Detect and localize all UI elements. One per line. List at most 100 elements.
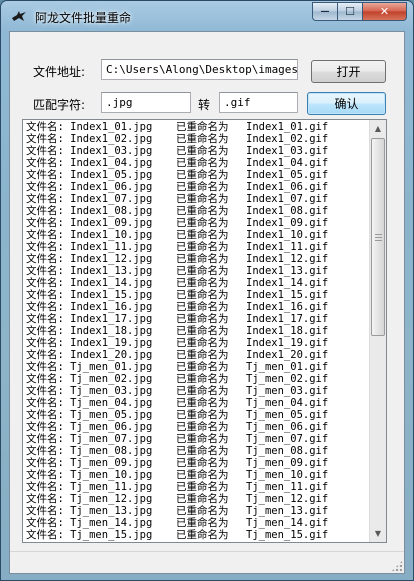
status-text: 已重命名为 [176, 385, 229, 397]
target-filename: Tj_men_09.gif [246, 457, 329, 469]
source-filename: 文件名: Index1_06.jpg [26, 181, 153, 193]
source-filename: 文件名: Index1_04.jpg [26, 157, 153, 169]
bird-icon [12, 11, 26, 21]
target-filename: Index1_09.gif [246, 217, 329, 229]
target-filename: Tj_men_14.gif [246, 517, 329, 529]
target-filename: Index1_19.gif [246, 337, 329, 349]
source-filename: 文件名: Index1_14.jpg [26, 277, 153, 289]
list-item[interactable]: 文件名: Index1_06.jpg 已重命名为 Index1_06.gif [26, 181, 363, 193]
list-item[interactable]: 文件名: Index1_15.jpg 已重命名为 Index1_15.gif [26, 289, 363, 301]
list-item[interactable]: 文件名: Tj_men_05.jpg 已重命名为 Tj_men_05.gif [26, 409, 363, 421]
list-item[interactable]: 文件名: Tj_men_08.jpg 已重命名为 Tj_men_08.gif [26, 445, 363, 457]
list-item[interactable]: 文件名: Tj_men_12.jpg 已重命名为 Tj_men_12.gif [26, 493, 363, 505]
list-item[interactable]: 文件名: Index1_05.jpg 已重命名为 Index1_05.gif [26, 169, 363, 181]
list-item[interactable]: 文件名: Tj_men_03.jpg 已重命名为 Tj_men_03.gif [26, 385, 363, 397]
target-filename: Index1_04.gif [246, 157, 329, 169]
target-filename: Index1_12.gif [246, 253, 329, 265]
source-filename: 文件名: Tj_men_15.jpg [26, 529, 153, 541]
list-item[interactable]: 文件名: Index1_07.jpg 已重命名为 Index1_07.gif [26, 193, 363, 205]
list-item[interactable]: 文件名: Tj_men_02.jpg 已重命名为 Tj_men_02.gif [26, 373, 363, 385]
list-item[interactable]: 文件名: Tj_men_01.jpg 已重命名为 Tj_men_01.gif [26, 361, 363, 373]
status-text: 已重命名为 [176, 481, 229, 493]
list-item[interactable]: 文件名: Index1_17.jpg 已重命名为 Index1_17.gif [26, 313, 363, 325]
list-item[interactable]: 文件名: Index1_16.jpg 已重命名为 Index1_16.gif [26, 301, 363, 313]
list-item[interactable]: 文件名: Index1_01.jpg 已重命名为 Index1_01.gif [26, 121, 363, 133]
close-icon: ✕ [379, 5, 390, 18]
list-item[interactable]: 文件名: Index1_08.jpg 已重命名为 Index1_08.gif [26, 205, 363, 217]
log-rows: 文件名: Index1_01.jpg 已重命名为 Index1_01.gif 文件名:… [26, 121, 363, 541]
list-item[interactable]: 文件名: Tj_men_15.jpg 已重命名为 Tj_men_15.gif [26, 529, 363, 541]
target-filename: Tj_men_15.gif [246, 529, 329, 541]
source-filename: 文件名: Tj_men_02.jpg [26, 373, 153, 385]
match-input[interactable]: .jpg [101, 92, 191, 113]
chevron-up-icon: ▲ [374, 124, 382, 133]
to-label: 转 [198, 98, 211, 112]
list-item[interactable]: 文件名: Index1_18.jpg 已重命名为 Index1_18.gif [26, 325, 363, 337]
status-text: 已重命名为 [176, 193, 229, 205]
list-item[interactable]: 文件名: Index1_09.jpg 已重命名为 Index1_09.gif [26, 217, 363, 229]
title-bar[interactable]: 阿龙文件批量重命 — ☐ ✕ [1, 1, 413, 31]
open-button[interactable]: 打开 [311, 60, 386, 83]
scroll-thumb[interactable] [371, 138, 385, 336]
target-filename: Index1_16.gif [246, 301, 329, 313]
rename-log-list[interactable]: 文件名: Index1_01.jpg 已重命名为 Index1_01.gif 文件名:… [22, 119, 387, 543]
target-filename: Index1_03.gif [246, 145, 329, 157]
source-filename: 文件名: Index1_15.jpg [26, 289, 153, 301]
list-item[interactable]: 文件名: Index1_03.jpg 已重命名为 Index1_03.gif [26, 145, 363, 157]
list-item[interactable]: 文件名: Tj_men_10.jpg 已重命名为 Tj_men_10.gif [26, 469, 363, 481]
status-text: 已重命名为 [176, 325, 229, 337]
list-item[interactable]: 文件名: Index1_10.jpg 已重命名为 Index1_10.gif [26, 229, 363, 241]
list-item[interactable]: 文件名: Index1_11.jpg 已重命名为 Index1_11.gif [26, 241, 363, 253]
status-text: 已重命名为 [176, 517, 229, 529]
source-filename: 文件名: Tj_men_04.jpg [26, 397, 153, 409]
target-filename: Tj_men_08.gif [246, 445, 329, 457]
status-bar [10, 551, 404, 573]
source-filename: 文件名: Index1_16.jpg [26, 301, 153, 313]
source-filename: 文件名: Tj_men_06.jpg [26, 421, 153, 433]
list-item[interactable]: 文件名: Index1_20.jpg 已重命名为 Index1_20.gif [26, 349, 363, 361]
status-text: 已重命名为 [176, 361, 229, 373]
list-item[interactable]: 文件名: Tj_men_09.jpg 已重命名为 Tj_men_09.gif [26, 457, 363, 469]
source-filename: 文件名: Index1_03.jpg [26, 145, 153, 157]
list-item[interactable]: 文件名: Tj_men_04.jpg 已重命名为 Tj_men_04.gif [26, 397, 363, 409]
status-text: 已重命名为 [176, 337, 229, 349]
status-text: 已重命名为 [176, 277, 229, 289]
path-input[interactable]: C:\Users\Along\Desktop\images [101, 59, 298, 80]
maximize-button[interactable]: ☐ [338, 2, 363, 21]
source-filename: 文件名: Index1_17.jpg [26, 313, 153, 325]
replace-input[interactable]: .gif [219, 92, 298, 113]
list-item[interactable]: 文件名: Tj_men_14.jpg 已重命名为 Tj_men_14.gif [26, 517, 363, 529]
list-item[interactable]: 文件名: Index1_13.jpg 已重命名为 Index1_13.gif [26, 265, 363, 277]
status-text: 已重命名为 [176, 493, 229, 505]
minimize-icon: — [320, 6, 330, 17]
list-item[interactable]: 文件名: Tj_men_07.jpg 已重命名为 Tj_men_07.gif [26, 433, 363, 445]
list-item[interactable]: 文件名: Tj_men_11.jpg 已重命名为 Tj_men_11.gif [26, 481, 363, 493]
list-item[interactable]: 文件名: Index1_19.jpg 已重命名为 Index1_19.gif [26, 337, 363, 349]
status-text: 已重命名为 [176, 349, 229, 361]
target-filename: Index1_20.gif [246, 349, 329, 361]
path-label: 文件地址: [33, 65, 86, 79]
list-item[interactable]: 文件名: Tj_men_06.jpg 已重命名为 Tj_men_06.gif [26, 421, 363, 433]
status-text: 已重命名为 [176, 445, 229, 457]
confirm-button[interactable]: 确认 [307, 92, 386, 115]
scroll-down-button[interactable]: ▼ [370, 525, 386, 542]
source-filename: 文件名: Index1_05.jpg [26, 169, 153, 181]
list-item[interactable]: 文件名: Index1_02.jpg 已重命名为 Index1_02.gif [26, 133, 363, 145]
size-grip-icon[interactable] [391, 560, 403, 572]
minimize-button[interactable]: — [312, 2, 338, 21]
list-item[interactable]: 文件名: Index1_14.jpg 已重命名为 Index1_14.gif [26, 277, 363, 289]
list-item[interactable]: 文件名: Index1_04.jpg 已重命名为 Index1_04.gif [26, 157, 363, 169]
target-filename: Tj_men_06.gif [246, 421, 329, 433]
close-button[interactable]: ✕ [363, 2, 407, 21]
source-filename: 文件名: Index1_18.jpg [26, 325, 153, 337]
vertical-scrollbar[interactable]: ▲ ▼ [369, 120, 386, 542]
target-filename: Tj_men_01.gif [246, 361, 329, 373]
status-text: 已重命名为 [176, 313, 229, 325]
status-text: 已重命名为 [176, 265, 229, 277]
list-item[interactable]: 文件名: Index1_12.jpg 已重命名为 Index1_12.gif [26, 253, 363, 265]
source-filename: 文件名: Index1_10.jpg [26, 229, 153, 241]
scroll-up-button[interactable]: ▲ [370, 120, 386, 137]
source-filename: 文件名: Tj_men_01.jpg [26, 361, 153, 373]
target-filename: Index1_07.gif [246, 193, 329, 205]
list-item[interactable]: 文件名: Tj_men_13.jpg 已重命名为 Tj_men_13.gif [26, 505, 363, 517]
